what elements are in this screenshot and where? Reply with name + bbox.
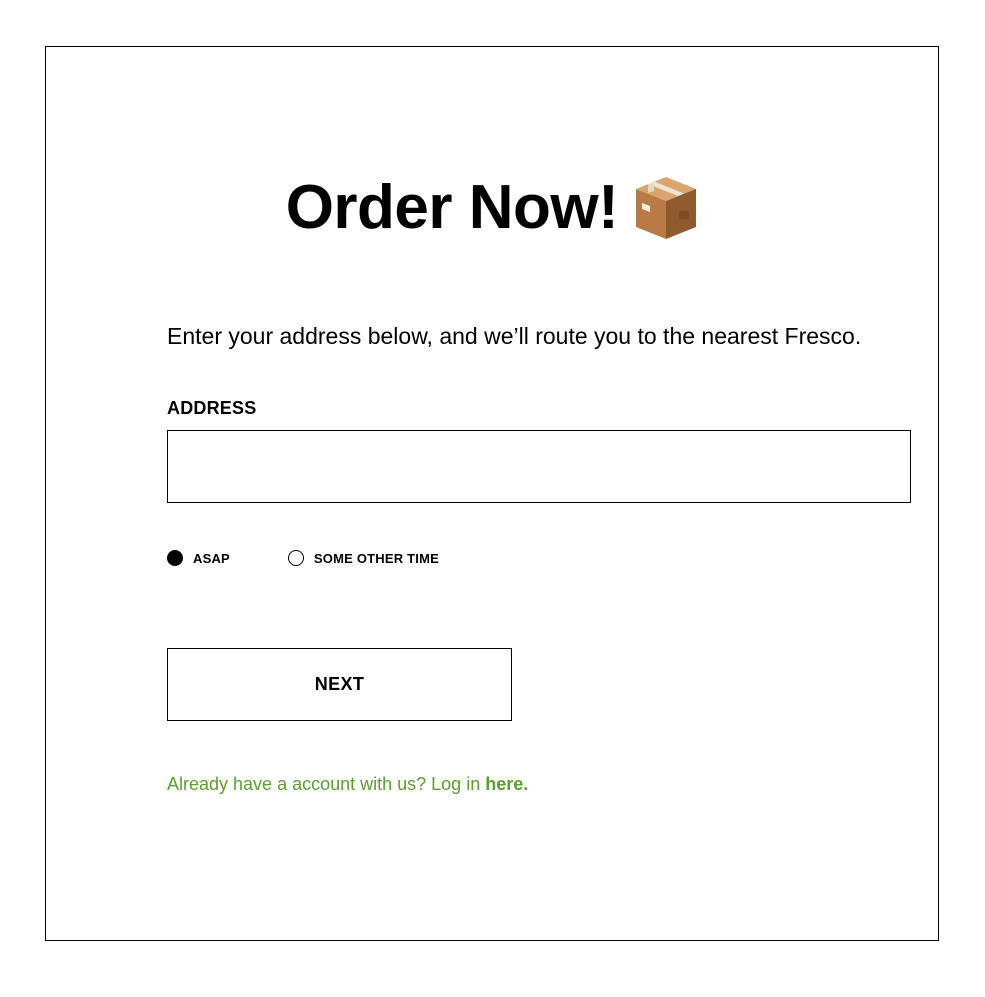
login-prompt: Already have a account with us? Log in h… [167, 774, 528, 795]
package-icon [634, 175, 698, 241]
page-title: Order Now! [285, 173, 619, 242]
timing-radio-group: ASAP SOME OTHER TIME [167, 550, 439, 566]
radio-other-time-indicator[interactable] [287, 550, 304, 566]
radio-other-time[interactable]: SOME OTHER TIME [287, 550, 439, 566]
radio-other-time-label[interactable]: SOME OTHER TIME [314, 551, 439, 566]
address-input[interactable] [167, 430, 911, 503]
login-link[interactable]: here. [485, 774, 528, 794]
next-button[interactable]: NEXT [167, 648, 512, 721]
login-prompt-text: Already have a account with us? Log in [167, 774, 486, 794]
intro-text: Enter your address below, and we’ll rout… [167, 323, 862, 349]
radio-asap-indicator[interactable] [167, 550, 183, 566]
radio-asap-label[interactable]: ASAP [193, 551, 230, 566]
radio-asap[interactable]: ASAP [167, 550, 230, 566]
title-row: Order Now! [46, 175, 938, 241]
address-label: ADDRESS [167, 398, 257, 418]
order-card: Order Now! Enter your address below, and… [45, 46, 939, 941]
